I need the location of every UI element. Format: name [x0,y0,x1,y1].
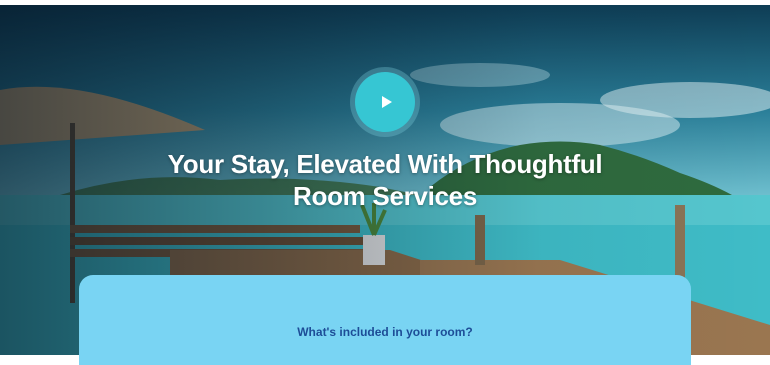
hero-title: Your Stay, Elevated With Thoughtful Room… [100,148,670,212]
play-icon [381,96,392,108]
included-card-heading: What's included in your room? [297,325,473,339]
hero-title-line2: Room Services [293,181,477,211]
play-button-ring [350,67,420,137]
hero-title-line1: Your Stay, Elevated With Thoughtful [167,149,603,179]
play-video-button[interactable] [355,72,415,132]
included-card: What's included in your room? [79,275,691,365]
